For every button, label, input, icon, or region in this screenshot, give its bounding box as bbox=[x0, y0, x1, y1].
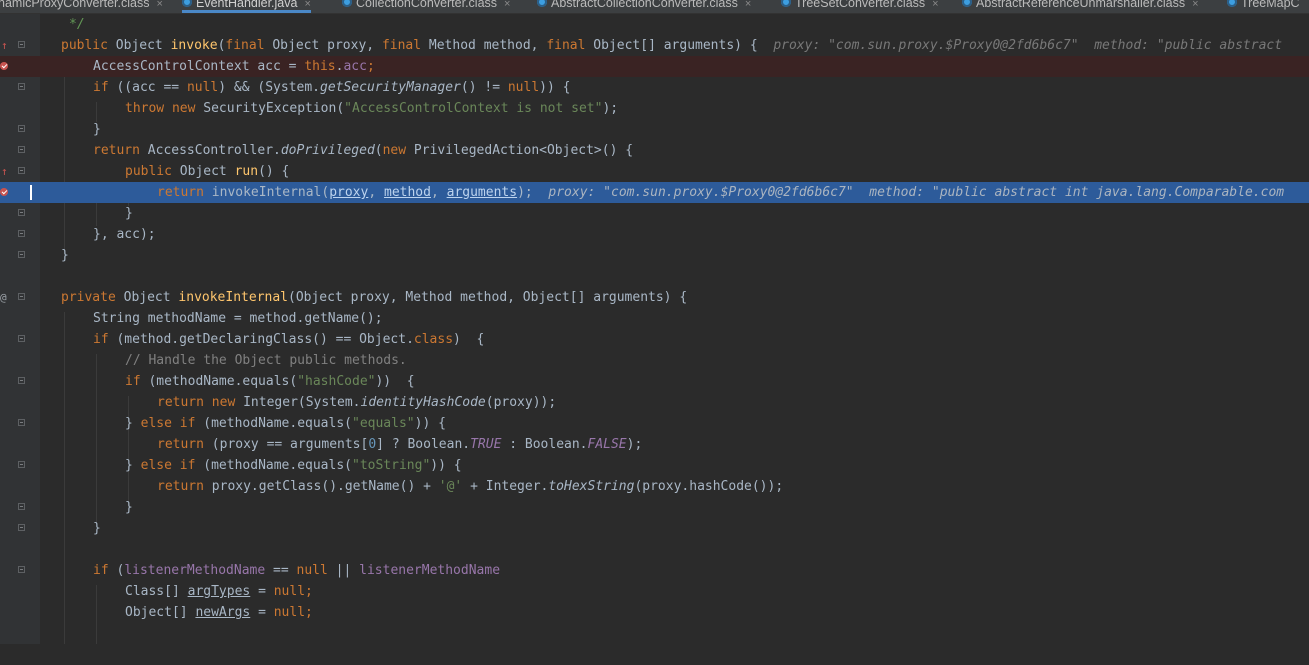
code-line-breakpoint[interactable]: AccessControlContext acc = this.acc; bbox=[0, 56, 1309, 77]
tab-close-icon[interactable]: × bbox=[932, 0, 938, 10]
code-line[interactable]: return new Integer(System.identityHashCo… bbox=[0, 392, 1309, 413]
code-line[interactable]: return (proxy == arguments[0] ? Boolean.… bbox=[0, 434, 1309, 455]
code-line[interactable]: } bbox=[0, 497, 1309, 518]
breakpoint-icon[interactable] bbox=[0, 188, 8, 196]
breakpoint-icon[interactable] bbox=[0, 62, 8, 70]
tab-dynamic-proxy-converter[interactable]: namicProxyConverter.class × bbox=[0, 0, 163, 13]
fold-toggle-icon[interactable] bbox=[18, 503, 25, 510]
overrides-method-icon[interactable]: ↑ bbox=[1, 35, 8, 56]
fold-toggle-icon[interactable] bbox=[18, 335, 25, 342]
fold-toggle-icon[interactable] bbox=[18, 41, 25, 48]
tab-abstract-collection-converter[interactable]: AbstractCollectionConverter.class × bbox=[537, 0, 751, 13]
code-line[interactable]: } bbox=[0, 119, 1309, 140]
class-icon bbox=[962, 0, 972, 7]
fold-toggle-icon[interactable] bbox=[18, 167, 25, 174]
code-line[interactable]: throw new SecurityException("AccessContr… bbox=[0, 98, 1309, 119]
tab-label: AbstractCollectionConverter.class bbox=[551, 0, 738, 10]
editor-tab-bar: namicProxyConverter.class × EventHandler.… bbox=[0, 0, 1309, 14]
annotation-icon: @ bbox=[0, 291, 7, 304]
code-line[interactable]: return proxy.getClass().getName() + '@' … bbox=[0, 476, 1309, 497]
fold-toggle-icon[interactable] bbox=[18, 230, 25, 237]
code-line[interactable]: @ private Object invokeInternal(Object p… bbox=[0, 287, 1309, 308]
code-line[interactable]: if (listenerMethodName == null || listen… bbox=[0, 560, 1309, 581]
code-line[interactable]: } bbox=[0, 245, 1309, 266]
code-line[interactable]: if ((acc == null) && (System.getSecurity… bbox=[0, 77, 1309, 98]
fold-toggle-icon[interactable] bbox=[18, 293, 25, 300]
class-icon bbox=[182, 0, 192, 7]
fold-toggle-icon[interactable] bbox=[18, 146, 25, 153]
code-line[interactable]: Object[] newArgs = null; bbox=[0, 602, 1309, 623]
fold-toggle-icon[interactable] bbox=[18, 524, 25, 531]
tab-label: AbstractReferenceUnmarshaller.class bbox=[976, 0, 1186, 10]
fold-toggle-icon[interactable] bbox=[18, 461, 25, 468]
tab-collection-converter[interactable]: CollectionConverter.class × bbox=[342, 0, 510, 13]
fold-toggle-icon[interactable] bbox=[18, 125, 25, 132]
code-line[interactable]: if (method.getDeclaringClass() == Object… bbox=[0, 329, 1309, 350]
comment-text: // Handle the Object public methods. bbox=[125, 353, 407, 368]
code-line[interactable]: } bbox=[0, 203, 1309, 224]
tab-label: TreeSetConverter.class bbox=[795, 0, 926, 10]
comment-text: */ bbox=[69, 17, 85, 32]
class-icon bbox=[537, 0, 547, 7]
tab-label: namicProxyConverter.class bbox=[0, 0, 150, 10]
class-icon bbox=[342, 0, 352, 7]
tab-close-icon[interactable]: × bbox=[1192, 0, 1198, 10]
tab-label: CollectionConverter.class bbox=[356, 0, 498, 10]
code-line[interactable]: } else if (methodName.equals("equals")) … bbox=[0, 413, 1309, 434]
tab-close-icon[interactable]: × bbox=[504, 0, 510, 10]
fold-toggle-icon[interactable] bbox=[18, 419, 25, 426]
text-caret bbox=[30, 185, 32, 200]
class-icon bbox=[781, 0, 791, 7]
tab-label: EventHandler.java bbox=[196, 0, 298, 10]
code-line[interactable]: } bbox=[0, 518, 1309, 539]
tab-tree-set-converter[interactable]: TreeSetConverter.class × bbox=[781, 0, 939, 13]
code-line[interactable]: if (methodName.equals("hashCode")) { bbox=[0, 371, 1309, 392]
tab-label: TreeMapC bbox=[1241, 0, 1300, 10]
current-execution-line[interactable]: return invokeInternal(proxy, method, arg… bbox=[0, 182, 1309, 203]
overrides-method-icon[interactable]: ↑ bbox=[1, 161, 8, 182]
code-line[interactable]: // Handle the Object public methods. bbox=[0, 350, 1309, 371]
code-line[interactable]: */ bbox=[0, 14, 1309, 35]
tab-abstract-reference-unmarshaller[interactable]: AbstractReferenceUnmarshaller.class × bbox=[962, 0, 1199, 13]
fold-toggle-icon[interactable] bbox=[18, 377, 25, 384]
fold-toggle-icon[interactable] bbox=[18, 83, 25, 90]
code-line[interactable]: return AccessController.doPrivileged(new… bbox=[0, 140, 1309, 161]
code-editor[interactable]: */ ↑ public Object invoke(final Object p… bbox=[0, 14, 1309, 644]
debug-inline-value: proxy: "com.sun.proxy.$Proxy0@2fd6b6c7" … bbox=[548, 185, 1285, 200]
tab-close-icon[interactable]: × bbox=[745, 0, 751, 10]
fold-toggle-icon[interactable] bbox=[18, 209, 25, 216]
tab-tree-map-converter[interactable]: TreeMapC bbox=[1227, 0, 1300, 13]
tab-close-icon[interactable]: × bbox=[156, 0, 162, 10]
code-line[interactable]: String methodName = method.getName(); bbox=[0, 308, 1309, 329]
class-icon bbox=[1227, 0, 1237, 7]
debug-inline-value: proxy: "com.sun.proxy.$Proxy0@2fd6b6c7" … bbox=[773, 38, 1283, 53]
fold-toggle-icon[interactable] bbox=[18, 566, 25, 573]
tab-event-handler[interactable]: EventHandler.java × bbox=[182, 0, 311, 13]
code-line[interactable]: ↑ public Object run() { bbox=[0, 161, 1309, 182]
tab-close-icon[interactable]: × bbox=[304, 0, 310, 10]
code-line[interactable]: Class[] argTypes = null; bbox=[0, 581, 1309, 602]
code-line[interactable]: ↑ public Object invoke(final Object prox… bbox=[0, 35, 1309, 56]
fold-toggle-icon[interactable] bbox=[18, 251, 25, 258]
code-line[interactable]: }, acc); bbox=[0, 224, 1309, 245]
code-line[interactable]: } else if (methodName.equals("toString")… bbox=[0, 455, 1309, 476]
